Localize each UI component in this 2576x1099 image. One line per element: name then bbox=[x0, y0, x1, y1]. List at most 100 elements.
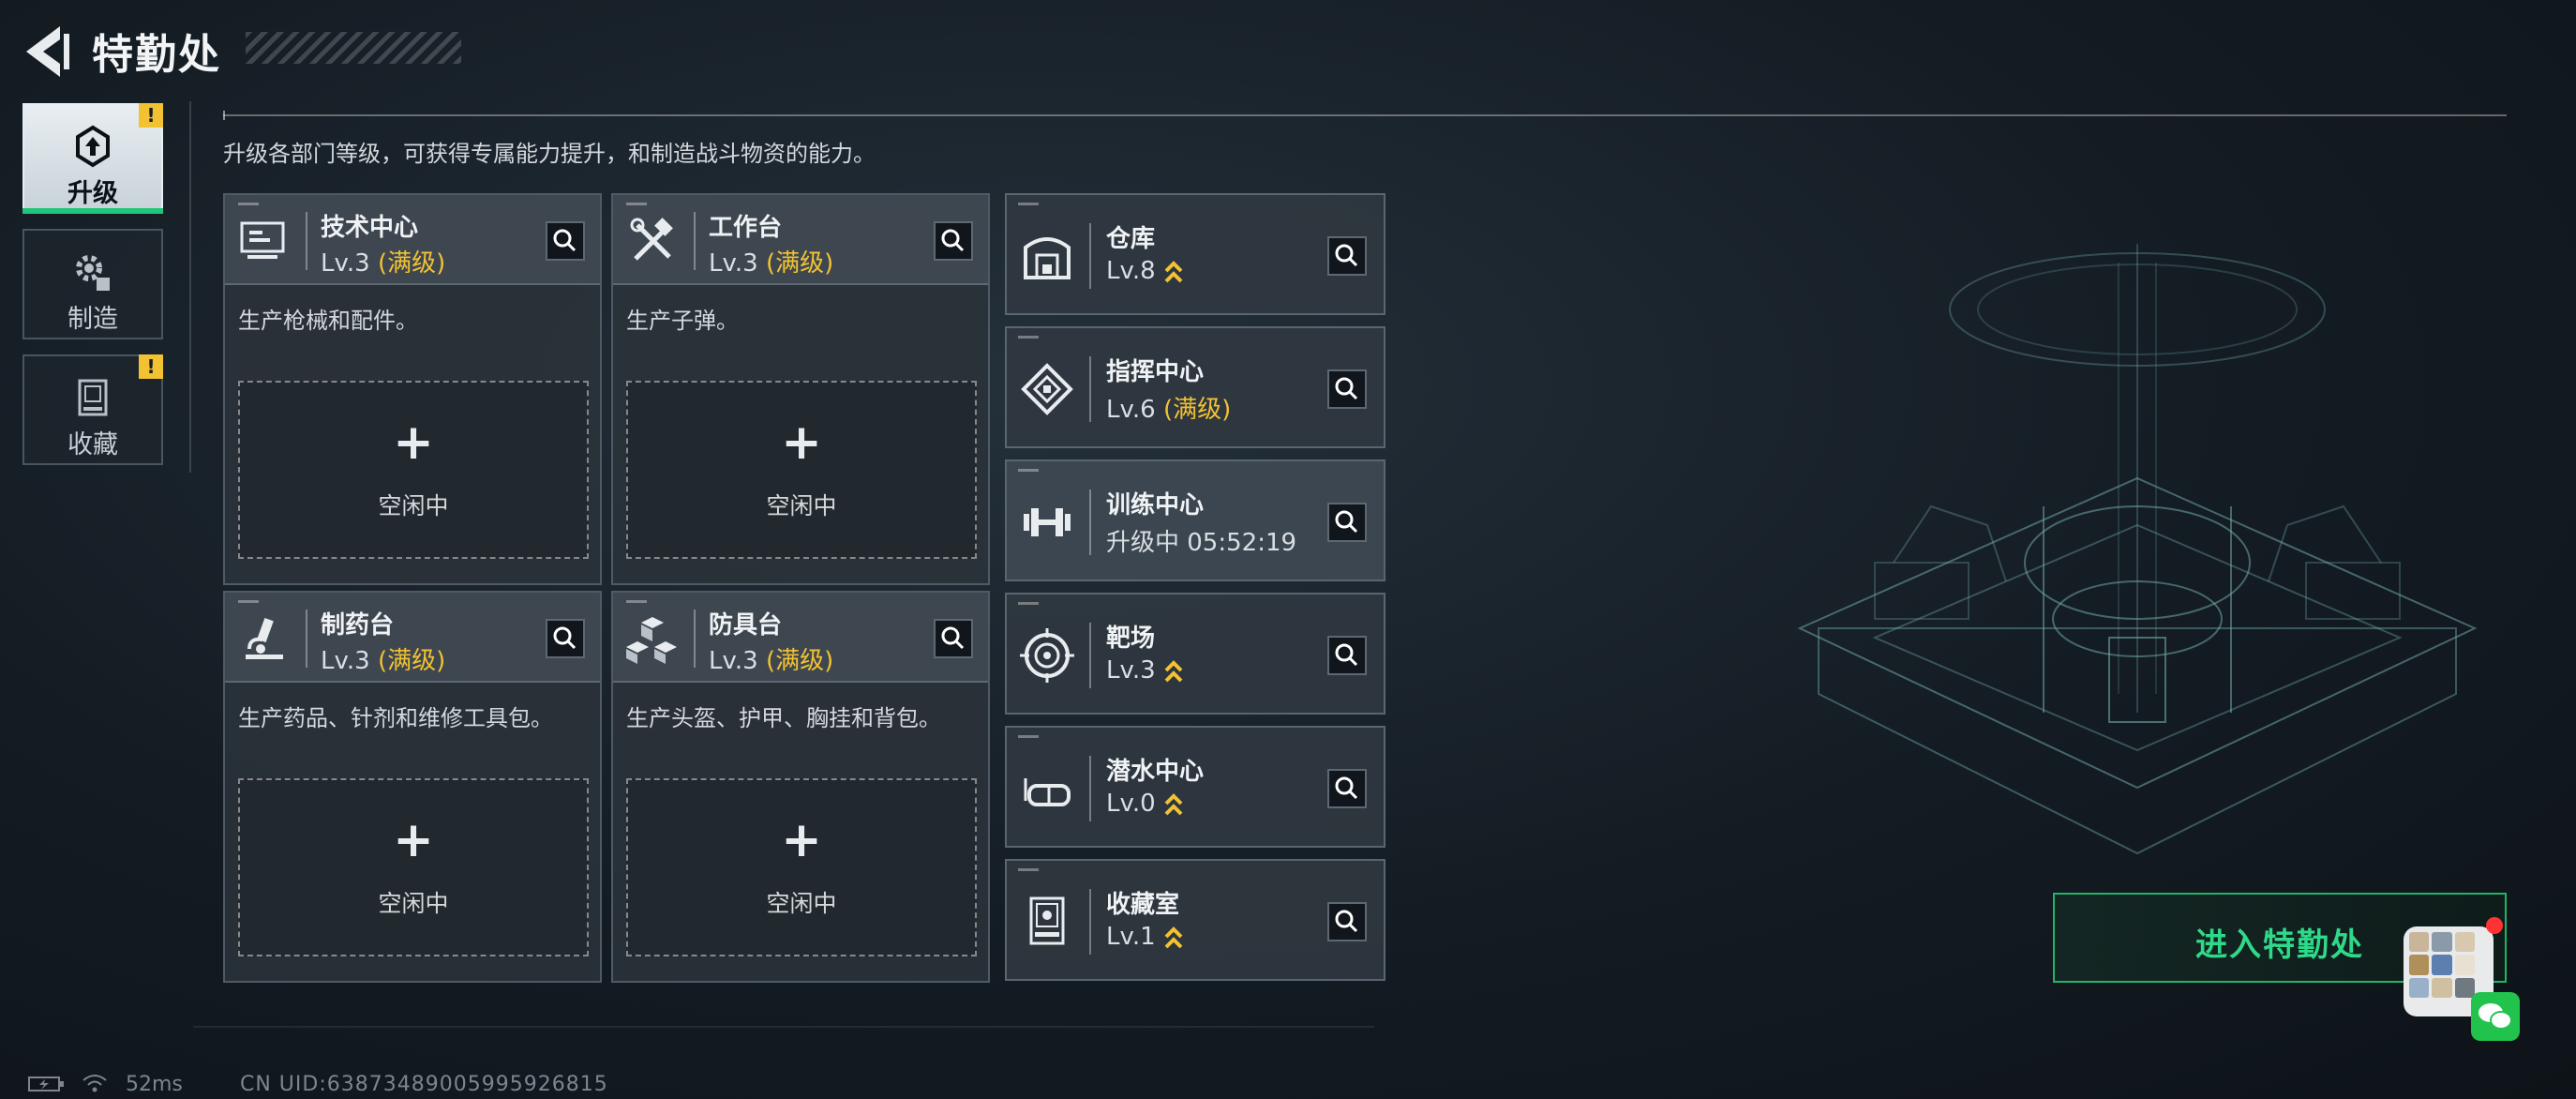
slot-status: 空闲中 bbox=[766, 890, 837, 917]
command-icon bbox=[1021, 363, 1073, 415]
inspect-button[interactable] bbox=[1327, 636, 1367, 675]
department-card-workbench[interactable]: 工作台 Lv.3 (满级) 生产子弹。 + 空闲中 bbox=[611, 193, 990, 585]
header-separator bbox=[694, 610, 696, 668]
department-level: Lv.3 (满级) bbox=[321, 641, 445, 676]
add-icon: + bbox=[781, 414, 822, 471]
facility-name: 仓库 bbox=[1106, 225, 1156, 253]
card-header: 工作台 Lv.3 (满级) bbox=[613, 195, 988, 285]
battery-icon bbox=[28, 1076, 64, 1091]
card-header: 技术中心 Lv.3 (满级) bbox=[225, 195, 600, 285]
section-divider bbox=[223, 111, 2507, 120]
back-button[interactable] bbox=[19, 21, 75, 83]
inspect-button[interactable] bbox=[934, 619, 973, 658]
facility-level: Lv.6 (满级) bbox=[1106, 390, 1231, 425]
search-icon bbox=[1335, 776, 1358, 800]
department-description: 生产头盔、护甲、胸挂和背包。 bbox=[626, 705, 941, 731]
max-level-tag: (满级) bbox=[765, 647, 834, 675]
header-separator bbox=[694, 212, 696, 270]
level-value: Lv.3 bbox=[709, 249, 758, 278]
department-card-tech-center[interactable]: 技术中心 Lv.3 (满级) 生产枪械和配件。 + 空闲中 bbox=[223, 193, 602, 585]
ping-value: 52ms bbox=[126, 1073, 183, 1096]
add-icon: + bbox=[393, 812, 434, 868]
facility-level: Lv.0 bbox=[1106, 790, 1184, 819]
facility-row-command-center[interactable]: 指挥中心 Lv.6 (满级) bbox=[1005, 326, 1385, 448]
upgrade-available-icon bbox=[1164, 926, 1183, 948]
inspect-button[interactable] bbox=[1327, 769, 1367, 808]
facility-row-shooting-range[interactable]: 靶场 Lv.3 bbox=[1005, 593, 1385, 715]
department-description: 生产枪械和配件。 bbox=[238, 308, 418, 334]
facility-row-warehouse[interactable]: 仓库 Lv.8 bbox=[1005, 193, 1385, 315]
inspect-button[interactable] bbox=[1327, 236, 1367, 276]
inspect-button[interactable] bbox=[1327, 503, 1367, 542]
collection-icon bbox=[78, 379, 108, 416]
department-name: 工作台 bbox=[709, 214, 783, 242]
upgrade-available-icon bbox=[1164, 792, 1183, 815]
nav-label-craft: 制造 bbox=[67, 305, 118, 334]
department-level: Lv.3 (满级) bbox=[321, 244, 445, 279]
level-value: Lv.3 bbox=[321, 249, 370, 278]
level-value: Lv.8 bbox=[1106, 257, 1156, 285]
avatar bbox=[2432, 932, 2452, 953]
gear-icon bbox=[76, 255, 110, 291]
level-value: Lv.6 bbox=[1106, 396, 1156, 424]
microscope-icon bbox=[246, 618, 283, 659]
max-level-tag: (满级) bbox=[377, 647, 446, 675]
nav-tab-collection[interactable]: 收藏 ! bbox=[22, 354, 163, 465]
max-level-tag: (满级) bbox=[1162, 396, 1232, 424]
slot-status: 空闲中 bbox=[378, 890, 449, 917]
production-slot[interactable]: + 空闲中 bbox=[238, 381, 589, 559]
facility-row-training-center[interactable]: 训练中心 升级中 05:52:19 bbox=[1005, 459, 1385, 581]
department-card-armor-bench[interactable]: 防具台 Lv.3 (满级) 生产头盔、护甲、胸挂和背包。 + 空闲中 bbox=[611, 591, 990, 983]
production-slot[interactable]: + 空闲中 bbox=[626, 381, 977, 559]
department-name: 技术中心 bbox=[321, 214, 419, 242]
inspect-button[interactable] bbox=[546, 619, 585, 658]
monitor-icon bbox=[240, 221, 285, 259]
avatar bbox=[2409, 977, 2430, 998]
wechat-icon[interactable] bbox=[2471, 992, 2520, 1041]
search-icon bbox=[1335, 510, 1358, 534]
inspect-button[interactable] bbox=[934, 221, 973, 261]
facility-name: 潜水中心 bbox=[1106, 758, 1205, 786]
row-separator bbox=[1089, 489, 1091, 555]
facility-row-diving-center[interactable]: 潜水中心 Lv.0 bbox=[1005, 726, 1385, 848]
dumbbell-icon bbox=[1024, 508, 1071, 536]
inspect-button[interactable] bbox=[1327, 369, 1367, 409]
level-value: Lv.1 bbox=[1106, 923, 1156, 951]
header-separator bbox=[306, 610, 307, 668]
department-name: 制药台 bbox=[321, 611, 395, 640]
facility-name: 指挥中心 bbox=[1106, 358, 1205, 386]
avatar-grid bbox=[2409, 932, 2475, 998]
avatar bbox=[2409, 932, 2430, 953]
card-header: 制药台 Lv.3 (满级) bbox=[225, 593, 600, 683]
nav-tab-upgrade[interactable]: 升级 ! bbox=[22, 103, 163, 214]
department-description: 生产子弹。 bbox=[626, 308, 739, 334]
production-slot[interactable]: + 空闲中 bbox=[238, 778, 589, 956]
facility-name: 训练中心 bbox=[1106, 491, 1205, 519]
alert-badge: ! bbox=[139, 354, 163, 379]
max-level-tag: (满级) bbox=[765, 249, 834, 278]
tools-icon bbox=[630, 218, 673, 261]
facility-row-collection-room[interactable]: 收藏室 Lv.1 bbox=[1005, 859, 1385, 981]
level-value: Lv.3 bbox=[709, 647, 758, 675]
search-icon bbox=[1335, 377, 1358, 400]
nav-tab-craft[interactable]: 制造 bbox=[22, 229, 163, 339]
section-description: 升级各部门等级，可获得专属能力提升，和制造战斗物资的能力。 bbox=[223, 141, 876, 167]
armor-boxes-icon bbox=[626, 617, 677, 664]
row-separator bbox=[1089, 889, 1091, 955]
inspect-button[interactable] bbox=[1327, 902, 1367, 941]
add-icon: + bbox=[781, 812, 822, 868]
production-slot[interactable]: + 空闲中 bbox=[626, 778, 977, 956]
search-icon bbox=[1335, 910, 1358, 933]
header-separator bbox=[306, 212, 307, 270]
avatar bbox=[2454, 932, 2475, 953]
add-icon: + bbox=[393, 414, 434, 471]
inspect-button[interactable] bbox=[546, 221, 585, 261]
department-description: 生产药品、针剂和维修工具包。 bbox=[238, 705, 553, 731]
search-icon bbox=[553, 626, 577, 650]
row-separator bbox=[1089, 623, 1091, 688]
row-separator bbox=[1089, 756, 1091, 821]
facility-name: 靶场 bbox=[1106, 625, 1156, 653]
upgrade-timer: 升级中 05:52:19 bbox=[1106, 529, 1297, 557]
chat-bubble-icon bbox=[2479, 1003, 2512, 1030]
department-card-pharmacy[interactable]: 制药台 Lv.3 (满级) 生产药品、针剂和维修工具包。 + 空闲中 bbox=[223, 591, 602, 983]
